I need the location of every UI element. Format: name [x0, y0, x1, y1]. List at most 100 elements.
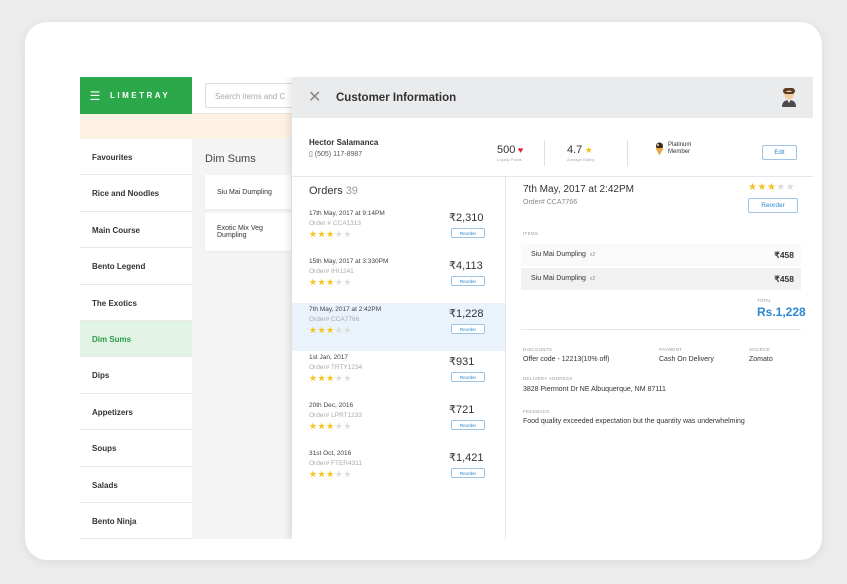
- sidebar-item-active[interactable]: Dim Sums: [80, 320, 192, 358]
- sidebar-item[interactable]: Rice and Noodles: [80, 175, 192, 212]
- order-row[interactable]: 15th May, 2017 at 3:330PM Order# IHI1241 ★…: [292, 255, 505, 303]
- star-filled-icon: ★: [309, 277, 318, 287]
- star-empty-icon: ★: [343, 229, 352, 239]
- reorder-button[interactable]: Reorder: [451, 420, 485, 430]
- sidebar-item[interactable]: Dips: [80, 357, 192, 394]
- customer-summary: Hector Salamanca ▯ (505) 117-8987 500 ♥ …: [292, 118, 813, 177]
- edit-button[interactable]: Edit: [762, 145, 797, 160]
- order-date: 20th Dec, 2016: [309, 402, 354, 409]
- screenshot-card: ☰ LIMETRAY Search items and C Favourites…: [25, 22, 822, 560]
- star-empty-icon: ★: [343, 325, 352, 335]
- divider: [521, 329, 801, 330]
- dish-card[interactable]: Exotic Mix Veg Dumpling: [205, 213, 291, 251]
- brand-logo: LIMETRAY: [110, 91, 171, 100]
- payment-value: Cash On Delivery: [659, 356, 714, 363]
- menu-icon[interactable]: ☰: [80, 89, 110, 103]
- item-qty: x2: [589, 252, 596, 258]
- order-detail: 7th May, 2017 at 2:42PM Order# CCA7766 ★…: [506, 177, 813, 539]
- divider: [544, 140, 545, 166]
- orders-count: 39: [345, 185, 358, 197]
- order-rating-stars: ★★★★★: [309, 373, 352, 384]
- feedback-value: Food quality exceeded expectation but th…: [523, 418, 745, 425]
- star-filled-icon: ★: [326, 469, 335, 479]
- detail-order-id: Order# CCA7766: [523, 199, 578, 206]
- order-amount: ₹931: [449, 356, 475, 368]
- order-date: 15th May, 2017 at 3:330PM: [309, 258, 389, 265]
- star-empty-icon: ★: [785, 182, 796, 193]
- star-filled-icon: ★: [326, 421, 335, 431]
- dish-card[interactable]: Siu Mai Dumpling: [205, 175, 291, 209]
- reorder-button[interactable]: Reorder: [451, 324, 485, 334]
- average-rating: 4.7 ★: [567, 144, 593, 156]
- order-id: Order# LPRT1233: [309, 412, 362, 419]
- order-amount: ₹2,310: [449, 212, 484, 224]
- address-value: 3828 Piermont Dr NE Albuquerque, NM 8711…: [523, 386, 666, 393]
- detail-reorder-button[interactable]: Reorder: [748, 198, 798, 213]
- order-rating-stars: ★★★★★: [309, 421, 352, 432]
- star-empty-icon: ★: [343, 373, 352, 383]
- loyalty-points: 500 ♥: [497, 144, 523, 156]
- sidebar-item[interactable]: Appetizers: [80, 394, 192, 431]
- divider: [627, 140, 628, 166]
- sidebar-item[interactable]: Bento Legend: [80, 248, 192, 285]
- reorder-button[interactable]: Reorder: [451, 468, 485, 478]
- star-filled-icon: ★: [326, 325, 335, 335]
- heart-icon: ♥: [515, 145, 524, 155]
- star-filled-icon: ★: [309, 421, 318, 431]
- order-rating-stars: ★★★★★: [309, 469, 352, 480]
- order-row[interactable]: 17th May, 2017 at 9:14PM Order # CCA1313 ★…: [292, 207, 505, 255]
- address-label: DELIVERY ADDRESS: [523, 376, 573, 381]
- avatar-icon[interactable]: [779, 87, 799, 107]
- star-filled-icon: ★: [326, 373, 335, 383]
- order-rating-stars: ★★★★★: [309, 277, 352, 288]
- orders-heading: Orders 39: [292, 177, 505, 207]
- order-amount: ₹721: [449, 404, 475, 416]
- customer-name: Hector Salamanca: [309, 138, 379, 147]
- category-title: Dim Sums: [205, 153, 256, 165]
- order-row[interactable]: 31st Oct, 2016 Order# FTER4311 ★★★★★ ₹1,421…: [292, 447, 505, 495]
- discounts-value: Offer code - 12213(10% off): [523, 356, 610, 363]
- reorder-button[interactable]: Reorder: [451, 276, 485, 286]
- membership-tier: Platinum Member: [654, 142, 691, 156]
- sidebar-item[interactable]: Favourites: [80, 139, 192, 176]
- close-icon[interactable]: ✕: [308, 89, 324, 106]
- sidebar-item[interactable]: Soups: [80, 430, 192, 467]
- star-filled-icon: ★: [757, 182, 767, 193]
- orders-list: Orders 39 17th May, 2017 at 9:14PM Order …: [292, 177, 506, 539]
- payment-label: PAYMENT: [659, 347, 683, 352]
- order-row[interactable]: 7th May, 2017 at 2:42PM Order# CCA7766 ★★★…: [292, 303, 505, 351]
- sidebar-item[interactable]: Salads: [80, 467, 192, 503]
- reorder-button[interactable]: Reorder: [451, 372, 485, 382]
- reorder-button[interactable]: Reorder: [451, 228, 485, 238]
- sidebar-item[interactable]: The Exotics: [80, 285, 192, 321]
- order-id: Order# IHI1241: [309, 268, 354, 275]
- star-filled-icon: ★: [317, 469, 327, 479]
- sidebar-item[interactable]: Bento Ninja: [80, 503, 192, 539]
- membership-tier-label: Platinum Member: [668, 142, 692, 155]
- category-sidebar: Favourites Rice and Noodles Main Course …: [80, 139, 192, 539]
- app-screen: ☰ LIMETRAY Search items and C Favourites…: [80, 77, 813, 539]
- order-amount: ₹1,228: [449, 308, 484, 320]
- order-id: Order# CCA7766: [309, 316, 360, 323]
- sidebar-item[interactable]: Main Course: [80, 212, 192, 249]
- panel-title: Customer Information: [336, 91, 457, 104]
- item-name-text: Siu Mai Dumpling: [531, 251, 586, 258]
- average-rating-label: Average Rating: [567, 157, 595, 162]
- star-icon: ★: [582, 145, 593, 155]
- order-amount: ₹4,113: [449, 260, 483, 272]
- order-id: Order# TRTY1234: [309, 364, 363, 371]
- detail-rating-stars: ★★★★★: [748, 182, 795, 193]
- item-price: ₹458: [774, 250, 794, 260]
- detail-date: 7th May, 2017 at 2:42PM: [523, 184, 634, 195]
- total-amount: Rs.1,228: [757, 305, 806, 319]
- star-filled-icon: ★: [309, 469, 318, 479]
- discounts-label: DISCOUNTS: [523, 347, 553, 352]
- item-qty: x2: [589, 276, 596, 282]
- category-pane: Dim Sums Siu Mai Dumpling Exotic Mix Veg…: [192, 139, 292, 539]
- star-filled-icon: ★: [317, 229, 327, 239]
- star-filled-icon: ★: [326, 277, 335, 287]
- star-empty-icon: ★: [343, 469, 352, 479]
- order-row[interactable]: 20th Dec, 2016 Order# LPRT1233 ★★★★★ ₹721 Re…: [292, 399, 505, 447]
- order-row[interactable]: 1st Jan, 2017 Order# TRTY1234 ★★★★★ ₹931 Reo…: [292, 351, 505, 399]
- total-label: TOTAL: [757, 298, 772, 303]
